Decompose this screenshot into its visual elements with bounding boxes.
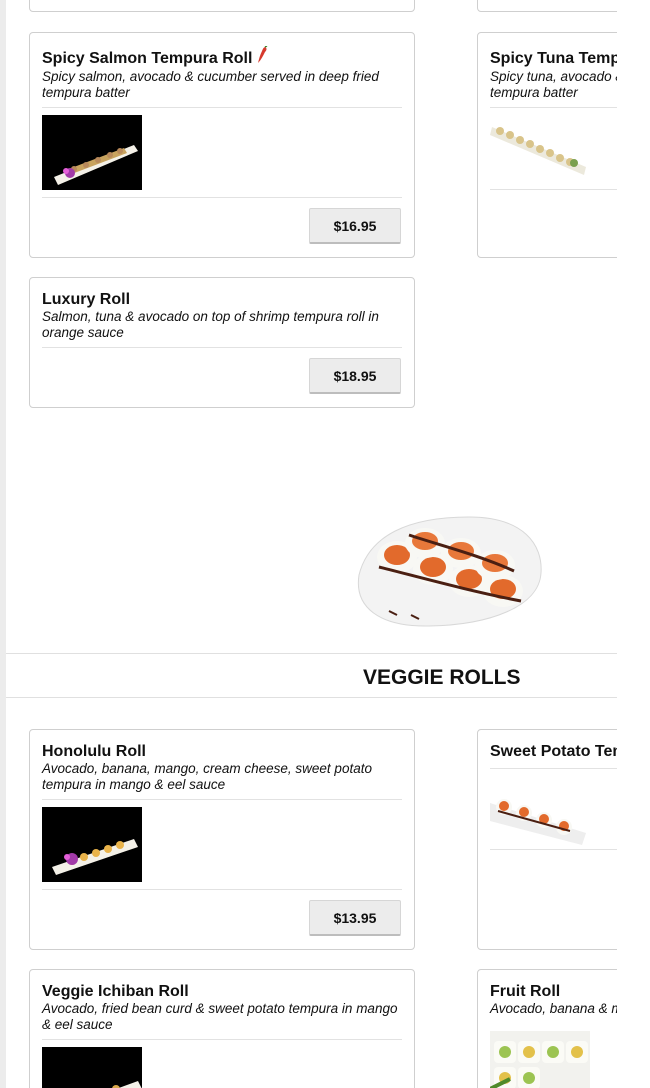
menu-content: Spicy Salmon Tempura Roll Spicy salmon, … — [6, 0, 617, 1088]
item-title: Luxury Roll — [42, 291, 131, 308]
item-title: Spicy Salmon Tempura Roll — [42, 50, 253, 67]
item-description: Avocado, banana, mango, cream cheese, sw… — [42, 761, 372, 792]
item-description: Avocado, fried bean curd & sweet potato … — [42, 1001, 398, 1032]
menu-item-fruit-roll[interactable]: Fruit Roll Avocado, banana & mango — [477, 969, 617, 1088]
add-to-cart-price-button[interactable]: $13.95 — [309, 900, 401, 936]
divider — [490, 768, 617, 769]
add-to-cart-price-button[interactable]: $16.95 — [309, 208, 401, 244]
divider — [42, 107, 402, 108]
item-title: Fruit Roll — [490, 983, 561, 1000]
item-photo[interactable] — [42, 807, 142, 882]
menu-item-card — [29, 0, 415, 12]
item-photo[interactable] — [490, 115, 590, 190]
item-title: Veggie Ichiban Roll — [42, 983, 189, 1000]
item-title: Spicy Tuna Tempura Roll — [490, 50, 617, 67]
menu-item-spicy-tuna-tempura-roll[interactable]: Spicy Tuna Tempura Roll Spicy tuna, avoc… — [477, 32, 617, 258]
menu-item-sweet-potato-tempura-roll[interactable]: Sweet Potato Tempura Roll — [477, 729, 617, 950]
divider — [42, 347, 402, 348]
add-to-cart-price-button[interactable]: $18.95 — [309, 358, 401, 394]
menu-item-card — [477, 0, 617, 12]
item-description: Spicy tuna, avocado & cucumber served in… — [490, 69, 617, 100]
divider — [42, 197, 402, 198]
divider — [42, 1039, 402, 1040]
item-title: Honolulu Roll — [42, 743, 146, 760]
divider — [490, 107, 617, 108]
chili-pepper-icon — [256, 45, 268, 69]
item-description: Salmon, tuna & avocado on top of shrimp … — [42, 309, 379, 340]
item-photo[interactable] — [490, 1031, 590, 1088]
veggie-rolls-hero-image — [349, 515, 543, 627]
menu-item-veggie-ichiban-roll[interactable]: Veggie Ichiban Roll Avocado, fried bean … — [29, 969, 415, 1088]
section-title: VEGGIE ROLLS — [363, 666, 521, 689]
veggie-rolls-section-header: VEGGIE ROLLS — [6, 653, 617, 698]
item-description: Spicy salmon, avocado & cucumber served … — [42, 69, 379, 100]
item-photo[interactable] — [490, 773, 590, 848]
divider — [42, 799, 402, 800]
menu-item-spicy-salmon-tempura-roll[interactable]: Spicy Salmon Tempura Roll Spicy salmon, … — [29, 32, 415, 258]
divider — [42, 889, 402, 890]
divider — [490, 189, 617, 190]
menu-item-honolulu-roll[interactable]: Honolulu Roll Avocado, banana, mango, cr… — [29, 729, 415, 950]
item-description: Avocado, banana & mango — [490, 1001, 617, 1016]
divider — [490, 849, 617, 850]
item-photo[interactable] — [42, 115, 142, 190]
menu-item-luxury-roll[interactable]: Luxury Roll Salmon, tuna & avocado on to… — [29, 277, 415, 408]
page-right-margin — [617, 0, 650, 1088]
item-photo[interactable] — [42, 1047, 142, 1088]
item-title: Sweet Potato Tempura Roll — [490, 743, 617, 760]
